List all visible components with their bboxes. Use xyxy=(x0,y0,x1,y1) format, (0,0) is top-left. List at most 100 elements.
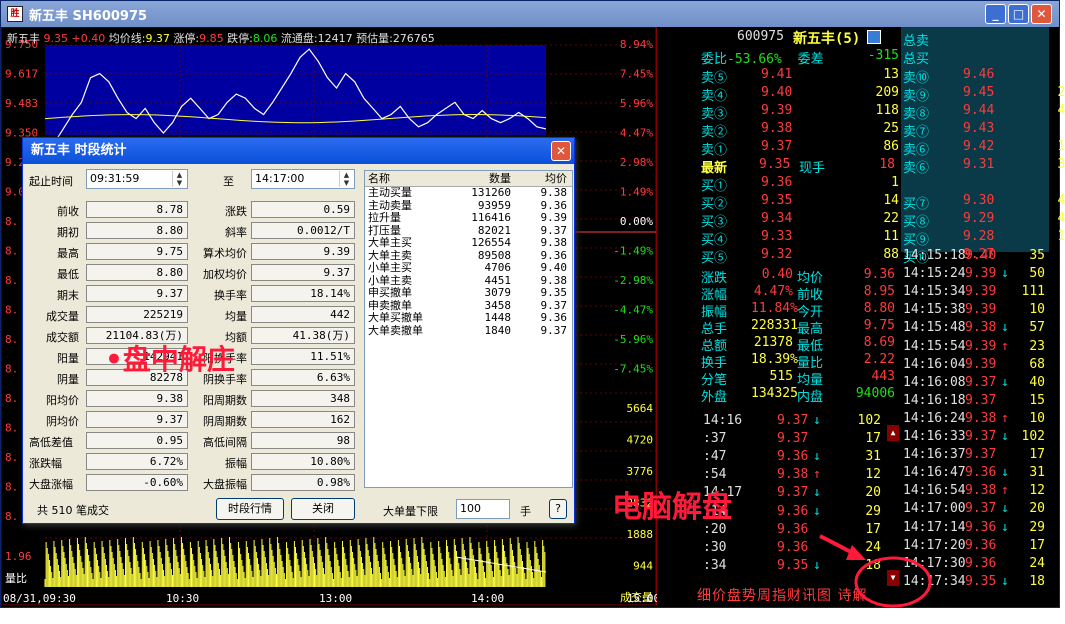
tick-volume: 29 xyxy=(1029,519,1045,535)
list-cell-n: 申卖撤单 xyxy=(368,299,412,312)
list-cell-n: 主动卖量 xyxy=(368,199,412,212)
level-label: 卖⑥ xyxy=(903,161,930,176)
end-time-input[interactable]: 14:17:00 ▲ ▼ xyxy=(251,169,355,189)
tick-volume: 111 xyxy=(1021,284,1045,300)
tick-price: 9.39 xyxy=(965,284,997,300)
total-sell-label: 总卖 xyxy=(903,34,930,49)
list-item[interactable]: 拉升量 116416 9.39 xyxy=(365,211,572,225)
tick-price: 9.36 xyxy=(965,537,997,553)
scroll-down-icon[interactable]: ▼ xyxy=(887,570,899,586)
tick-volume: 17 xyxy=(865,431,881,447)
field-value: 8.80 xyxy=(86,222,188,239)
y-vol-tick: 4720 xyxy=(627,434,654,447)
period-stats-dialog: 新五丰 时段统计 ✕ 起止时间 09:31:59 ▲ ▼ 至 14:17:00 ▲ ▼ … xyxy=(22,137,575,524)
tick-time: 14:17:34 xyxy=(903,573,966,589)
list-item[interactable]: 大单卖撤单 1840 9.37 xyxy=(365,324,572,338)
level-price: 9.40 xyxy=(761,85,793,100)
list-item[interactable]: 大单主买 126554 9.38 xyxy=(365,236,572,250)
app-icon: 胜 xyxy=(7,6,23,22)
y-price-tick: 8. xyxy=(5,481,18,494)
field-label-2: 加权均价 xyxy=(203,268,247,281)
minimize-button[interactable]: _ xyxy=(985,4,1006,24)
dialog-close-icon[interactable]: ✕ xyxy=(551,141,571,161)
tick-price: 9.38 xyxy=(777,467,809,483)
y-price-tick: 8. xyxy=(5,215,18,228)
level-label: 卖① xyxy=(701,143,728,158)
stat-v2: 2.22 xyxy=(863,352,895,367)
field-value-2: 348 xyxy=(251,390,355,407)
field-label-2: 均量 xyxy=(225,310,247,323)
field-label-2: 涨跌 xyxy=(225,205,247,218)
tick-volume: 40 xyxy=(1029,374,1045,390)
latest-row: 最新 xyxy=(701,161,728,176)
total-buy-label: 总买 xyxy=(903,52,930,67)
tick-price: 9.38 xyxy=(965,483,997,499)
level-label: 买② xyxy=(701,197,728,212)
list-item[interactable]: 小单主买 4706 9.40 xyxy=(365,261,572,275)
tick-volume: 12 xyxy=(1029,483,1045,499)
list-item[interactable]: 申买撤单 3079 9.35 xyxy=(365,286,572,300)
maximize-button[interactable]: □ xyxy=(1008,4,1029,24)
x-tick: 10:30 xyxy=(166,592,199,605)
y-price-tick: 8. xyxy=(5,304,18,317)
end-time-spinner-icon[interactable]: ▲ ▼ xyxy=(339,171,353,187)
tick-time: 14:17:00 xyxy=(903,501,966,517)
y-price-tick: 8. xyxy=(5,363,18,376)
big-order-label: 大单量下限 xyxy=(383,505,438,518)
level-label: 卖⑧ xyxy=(903,107,930,122)
flow-list[interactable]: 名称 数量 均价 主动买量 131260 9.38 主动卖量 93959 9.36 拉升量 1… xyxy=(364,170,573,488)
tick-arrow-icon: ↓ xyxy=(813,413,821,428)
bottom-tabs[interactable]: 细价盘势周指财讯图 诗解 xyxy=(697,585,897,605)
stat-v2: 8.80 xyxy=(863,301,895,316)
level-label: 卖⑤ xyxy=(701,71,728,86)
stat-v2: 94006 xyxy=(855,386,895,401)
tick-time: 14:16:04 xyxy=(903,356,966,372)
list-cell-q: 3079 xyxy=(484,286,512,299)
tick-time: 14:16:08 xyxy=(903,374,966,390)
start-time-input[interactable]: 09:31:59 ▲ ▼ xyxy=(86,169,188,189)
field-label: 前收 xyxy=(57,205,79,218)
level-price: 9.42 xyxy=(963,139,995,154)
y-price-tick: 8. xyxy=(5,274,18,287)
tick-time: 14:15:18 xyxy=(903,248,966,263)
tick-volume: 35 xyxy=(1029,248,1045,263)
tick-price: 9.40 xyxy=(965,248,997,263)
level-label: 买⑨ xyxy=(903,233,930,248)
tick-volume: 20 xyxy=(1029,501,1045,517)
period-quote-button[interactable]: 时段行情 xyxy=(216,498,284,520)
tick-price: 9.37 xyxy=(965,392,997,408)
info-limitup: 9.85 xyxy=(199,32,224,45)
stat-v1: 134325 xyxy=(751,386,798,401)
tick-price: 9.37 xyxy=(965,429,997,444)
dialog-titlebar[interactable]: 新五丰 时段统计 ✕ xyxy=(23,138,574,164)
field-label: 高低差值 xyxy=(29,436,73,449)
list-header: 名称 数量 均价 xyxy=(365,171,572,187)
list-item[interactable]: 主动买量 131260 9.38 xyxy=(365,186,572,200)
field-label-2: 阳周期数 xyxy=(203,394,247,407)
level-label: 卖③ xyxy=(701,107,728,122)
field-value-2: 18.14% xyxy=(251,285,355,302)
weibi-row: 委比-53.66% 委差 -315 xyxy=(701,48,899,67)
level-volume: 99 xyxy=(1033,121,1065,139)
help-icon[interactable]: ? xyxy=(549,499,567,519)
info-icon[interactable] xyxy=(867,30,881,44)
y-price-tick: 8. xyxy=(5,451,18,464)
title-bar[interactable]: 胜 新五丰 SH600975 _ □ ✕ xyxy=(1,1,1059,27)
stat-v1: 11.84% xyxy=(751,301,798,316)
scroll-up-icon[interactable]: ▲ xyxy=(887,425,899,441)
big-order-input[interactable]: 100 xyxy=(456,499,510,519)
tick-price: 9.36 xyxy=(965,555,997,571)
tick-price: 9.37 xyxy=(777,431,809,447)
field-label-2: 大盘振幅 xyxy=(203,478,247,491)
level-price: 9.39 xyxy=(761,103,793,118)
tabs-text[interactable]: 细价盘势周指财讯图 诗解 xyxy=(697,588,867,604)
start-time-spinner-icon[interactable]: ▲ ▼ xyxy=(172,171,186,187)
tick-time: 14:16:37 xyxy=(903,447,966,463)
list-cell-q: 126554 xyxy=(471,236,511,249)
level-label: 卖④ xyxy=(701,89,728,104)
list-item[interactable]: 大单买撤单 1448 9.36 xyxy=(365,311,572,325)
stat-l2: 最低 xyxy=(797,339,824,354)
tick-time: 14:16:54 xyxy=(903,483,966,499)
close-button[interactable]: ✕ xyxy=(1031,4,1052,24)
dialog-close-button[interactable]: 关闭 xyxy=(291,498,355,520)
